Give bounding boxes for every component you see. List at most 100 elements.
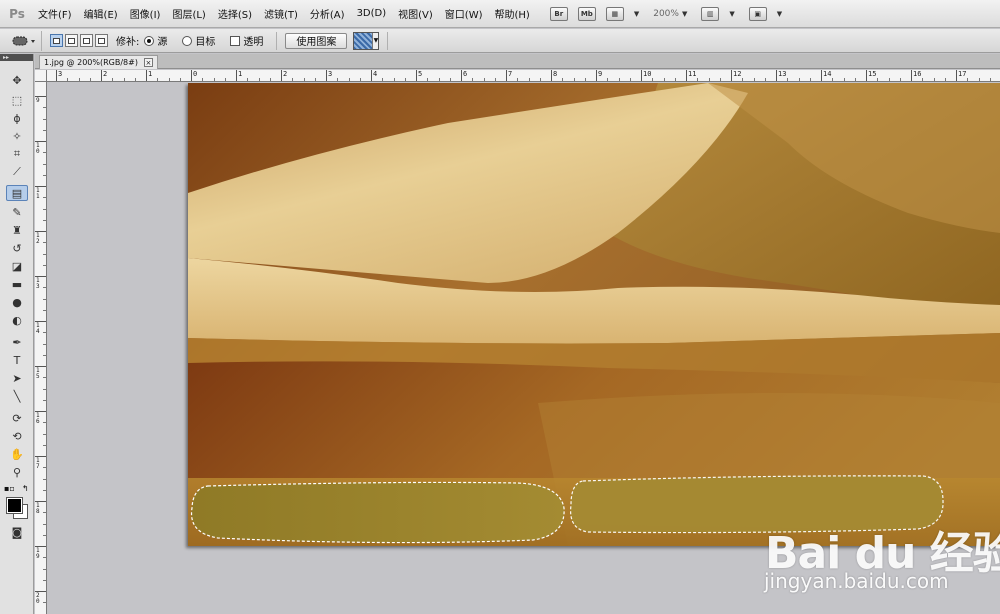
subtract-selection-mode-button[interactable] bbox=[80, 34, 93, 47]
ruler-h-tick: 4 bbox=[371, 70, 377, 81]
menu-file[interactable]: 文件(F) bbox=[32, 6, 78, 21]
menu-select[interactable]: 选择(S) bbox=[212, 6, 258, 21]
ruler-h-tick: 12 bbox=[731, 70, 741, 81]
ruler-h-tick: 13 bbox=[776, 70, 786, 81]
ruler-h-minor-tick bbox=[517, 78, 519, 81]
menu-view[interactable]: 视图(V) bbox=[392, 6, 439, 21]
ruler-h-minor-tick bbox=[809, 78, 811, 81]
ruler-v-minor-tick bbox=[43, 309, 46, 311]
pen-icon[interactable]: ✒ bbox=[6, 334, 28, 350]
patch-icon[interactable]: ▤ bbox=[6, 185, 28, 201]
ruler-h-tick: 11 bbox=[686, 70, 696, 81]
3d-orbit-icon[interactable]: ⟲ bbox=[6, 428, 28, 444]
photoshop-logo: Ps bbox=[9, 6, 25, 21]
line-icon[interactable]: ╲ bbox=[6, 388, 28, 404]
arrange-icon: ▥ bbox=[707, 9, 714, 18]
path-select-icon[interactable]: ➤ bbox=[6, 370, 28, 386]
foreground-color-swatch[interactable] bbox=[6, 497, 23, 514]
brush-icon[interactable]: ✎ bbox=[6, 204, 28, 220]
ruler-origin[interactable] bbox=[35, 70, 47, 82]
ruler-h-minor-tick bbox=[584, 78, 586, 81]
default-colors-icon[interactable]: ▪▫ bbox=[4, 484, 15, 493]
use-pattern-button[interactable]: 使用图案 bbox=[285, 32, 348, 49]
ruler-h-minor-tick bbox=[674, 78, 676, 81]
zoom-level[interactable]: 200% bbox=[653, 9, 679, 19]
ruler-v-label: 12 bbox=[36, 232, 40, 245]
menu-window[interactable]: 窗口(W) bbox=[439, 6, 489, 21]
pattern-picker[interactable]: ▼ bbox=[353, 31, 380, 50]
ruler-v-minor-tick bbox=[43, 343, 46, 345]
ruler-v-minor-tick bbox=[43, 332, 46, 334]
document-image[interactable] bbox=[188, 83, 1000, 546]
new-selection-mode-button[interactable] bbox=[50, 34, 63, 47]
ruler-v-tick: 17 bbox=[35, 456, 46, 470]
destination-radio[interactable] bbox=[182, 35, 193, 46]
type-icon[interactable]: T bbox=[6, 352, 28, 368]
blur-icon[interactable]: ● bbox=[6, 294, 28, 310]
ruler-h-minor-tick bbox=[168, 78, 170, 81]
close-icon[interactable]: × bbox=[143, 58, 153, 67]
menu-3d[interactable]: 3D(D) bbox=[351, 8, 393, 19]
move-icon[interactable]: ✥ bbox=[6, 72, 28, 88]
lasso-icon[interactable]: ϕ bbox=[6, 110, 28, 126]
crop-icon[interactable]: ⌗ bbox=[6, 146, 28, 162]
bridge-button[interactable]: Br bbox=[549, 6, 568, 21]
ruler-h-minor-tick bbox=[427, 78, 429, 81]
zoom-icon[interactable]: ⚲ bbox=[6, 464, 28, 480]
chevron-down-icon[interactable]: ▼ bbox=[634, 10, 639, 18]
menu-filter[interactable]: 滤镜(T) bbox=[258, 6, 304, 21]
chevron-down-icon[interactable]: ▼ bbox=[682, 10, 687, 18]
ruler-h-minor-tick bbox=[539, 78, 541, 81]
add-selection-icon bbox=[68, 37, 75, 44]
dodge-icon[interactable]: ◐ bbox=[6, 312, 28, 328]
ruler-h-tick: 15 bbox=[866, 70, 876, 81]
quick-select-icon[interactable]: ✧ bbox=[6, 128, 28, 144]
transparent-checkbox[interactable] bbox=[230, 35, 241, 46]
patch-selection-left[interactable] bbox=[190, 481, 565, 544]
menu-help[interactable]: 帮助(H) bbox=[489, 6, 536, 21]
ruler-h-label: 15 bbox=[868, 70, 877, 78]
menu-analysis[interactable]: 分析(A) bbox=[304, 6, 351, 21]
hand-icon[interactable]: ✋ bbox=[6, 446, 28, 462]
quick-mask-icon[interactable]: ◙ bbox=[6, 524, 28, 540]
vertical-ruler[interactable]: 9 10 11 12 13 14 15 16 17 18 19 20 bbox=[35, 82, 47, 614]
application-bar: Br Mb ▦ ▼ 200% ▼ ▥ ▼ ▣ ▼ bbox=[549, 6, 796, 21]
ruler-v-minor-tick bbox=[43, 163, 46, 165]
history-brush-icon[interactable]: ↺ bbox=[6, 240, 28, 256]
ruler-v-minor-tick bbox=[43, 129, 46, 131]
tool-preset-picker[interactable] bbox=[4, 30, 42, 51]
ruler-h-minor-tick bbox=[629, 78, 631, 81]
intersect-selection-mode-button[interactable] bbox=[95, 34, 108, 47]
mini-bridge-button[interactable]: Mb bbox=[577, 6, 596, 21]
document-tab[interactable]: 1.jpg @ 200%(RGB/8#) × bbox=[39, 55, 158, 69]
ruler-h-label: 1 bbox=[238, 70, 243, 78]
ruler-h-minor-tick bbox=[314, 78, 316, 81]
marquee-icon[interactable]: ⬚ bbox=[6, 92, 28, 108]
menu-bar: Ps 文件(F) 编辑(E) 图像(I) 图层(L) 选择(S) 滤镜(T) 分… bbox=[0, 0, 1000, 28]
eyedropper-icon[interactable]: ⟋ bbox=[6, 164, 28, 180]
stamp-icon[interactable]: ♜ bbox=[6, 222, 28, 238]
chevron-down-icon[interactable]: ▼ bbox=[372, 32, 379, 49]
screen-mode-button[interactable]: ▣ bbox=[748, 6, 767, 21]
3d-rotate-icon[interactable]: ⟳ bbox=[6, 410, 28, 426]
chevron-down-icon[interactable]: ▼ bbox=[729, 10, 734, 18]
horizontal-ruler[interactable]: 3 2 1 0 1 2 3 4 5 6 7 8 9 10 11 12 13 14 15 16 17 bbox=[47, 70, 1000, 82]
view-extras-button[interactable]: ▦ bbox=[605, 6, 624, 21]
arrange-documents-button[interactable]: ▥ bbox=[701, 6, 720, 21]
eraser-icon[interactable]: ◪ bbox=[6, 258, 28, 274]
ruler-h-minor-tick bbox=[179, 78, 181, 81]
toolbox-collapse-handle[interactable]: ▸▸ bbox=[0, 54, 33, 61]
gradient-icon[interactable]: ▬ bbox=[6, 276, 28, 292]
menu-image[interactable]: 图像(I) bbox=[124, 6, 167, 21]
ruler-h-label: 4 bbox=[373, 70, 378, 78]
swap-colors-icon[interactable]: ↰ bbox=[22, 484, 29, 493]
source-radio[interactable] bbox=[144, 35, 155, 46]
ruler-h-minor-tick bbox=[618, 78, 620, 81]
chevron-down-icon[interactable]: ▼ bbox=[777, 10, 782, 18]
ruler-h-minor-tick bbox=[134, 78, 136, 81]
ruler-h-minor-tick bbox=[978, 78, 980, 81]
ruler-h-minor-tick bbox=[303, 78, 305, 81]
menu-layer[interactable]: 图层(L) bbox=[166, 6, 211, 21]
add-selection-mode-button[interactable] bbox=[65, 34, 78, 47]
menu-edit[interactable]: 编辑(E) bbox=[78, 6, 124, 21]
